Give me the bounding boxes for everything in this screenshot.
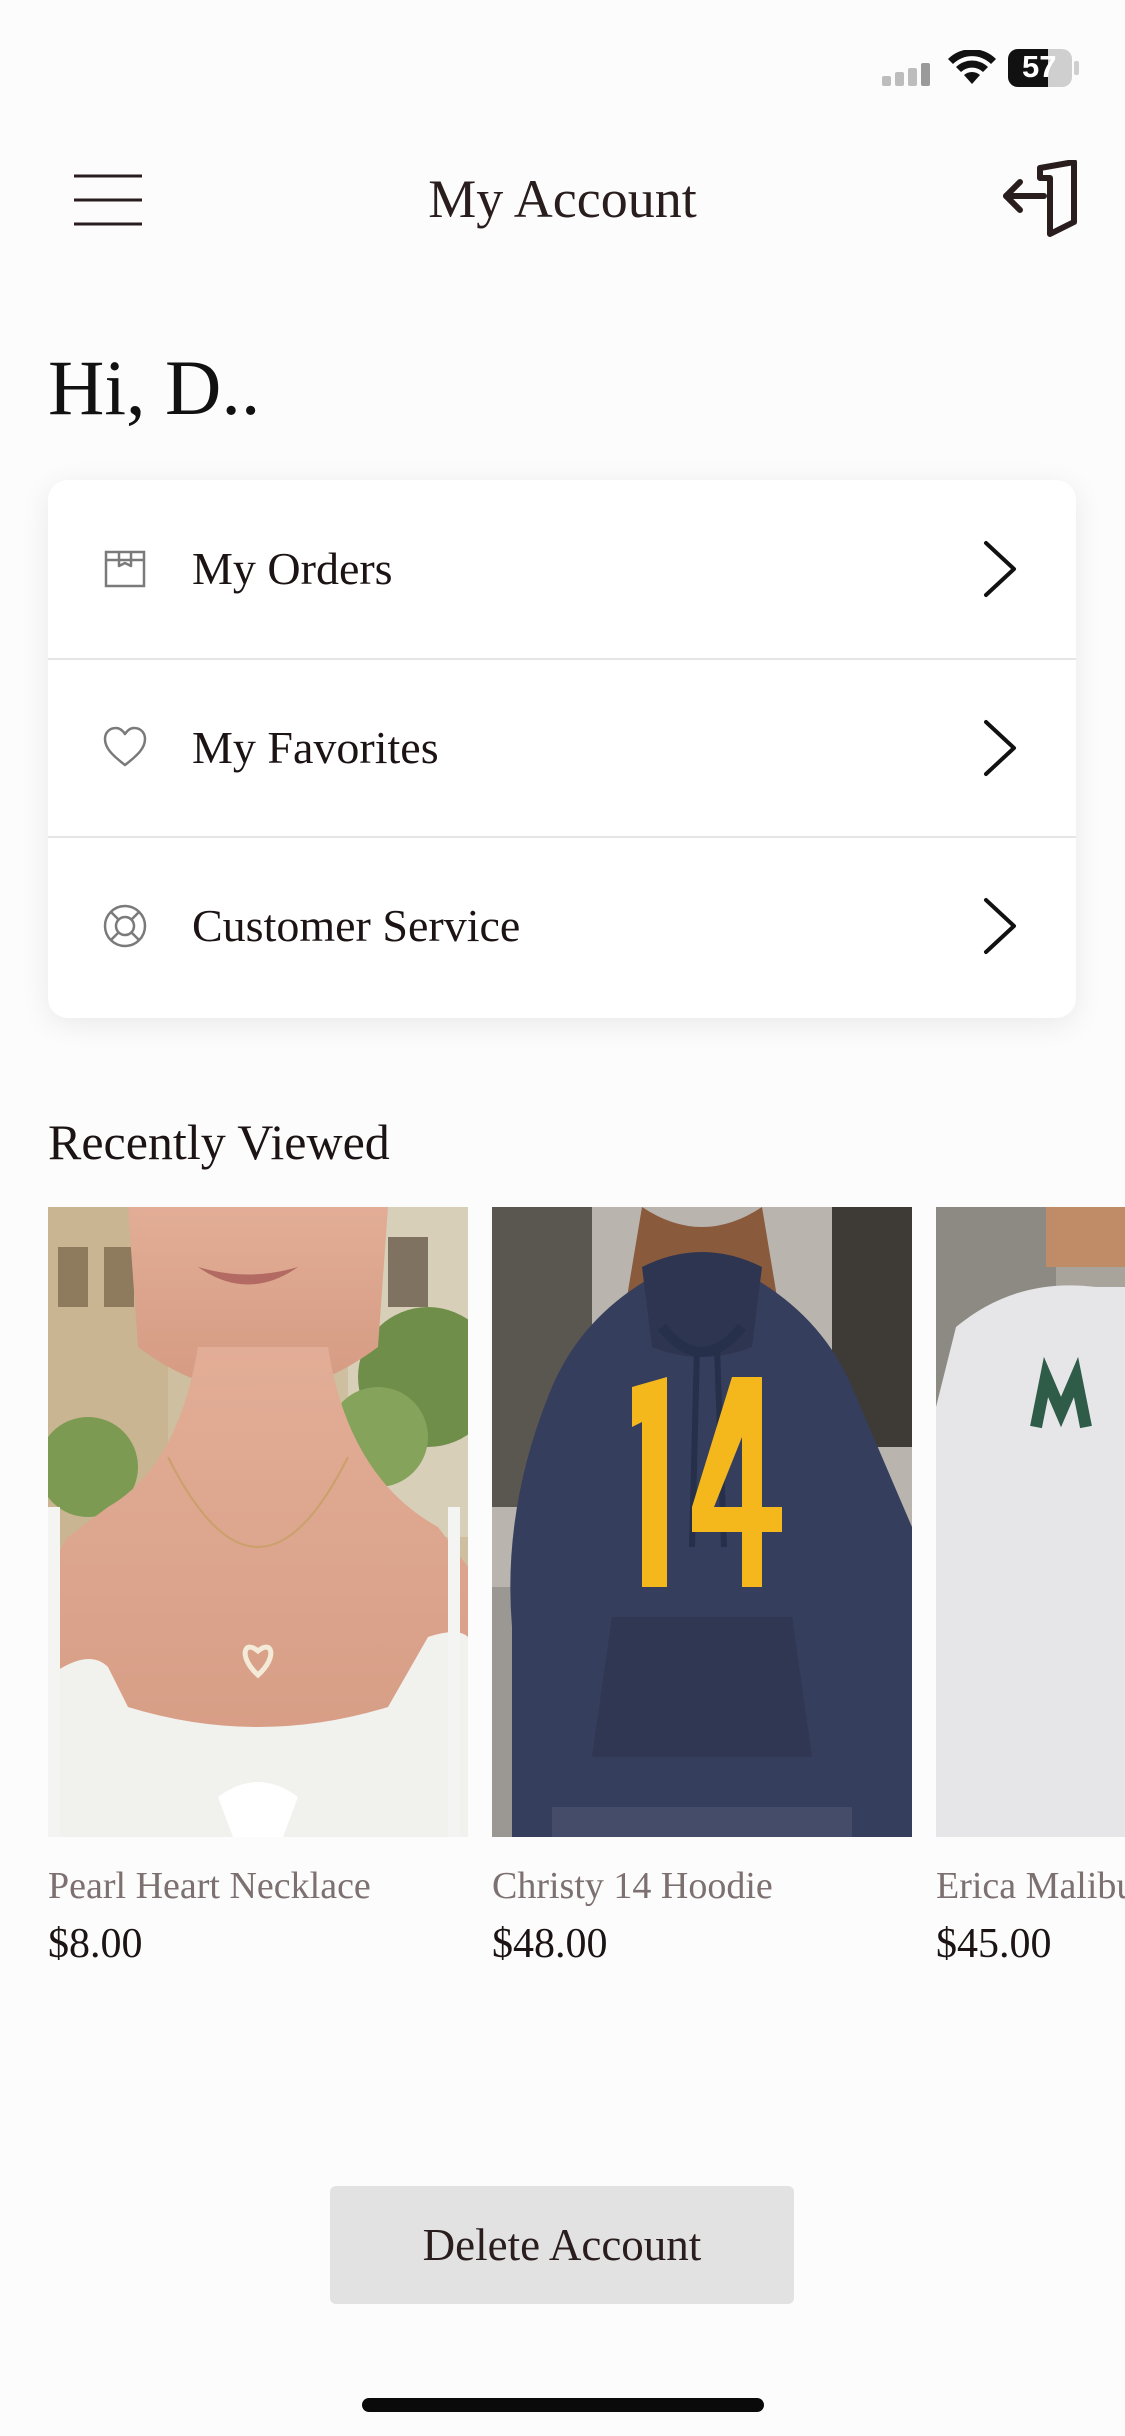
- menu-item-my-favorites[interactable]: My Favorites: [48, 658, 1076, 836]
- home-indicator: [362, 2398, 764, 2412]
- necklace-photo: [48, 1207, 468, 1837]
- greeting: Hi, D..: [48, 344, 261, 431]
- menu-item-my-orders[interactable]: My Orders: [48, 480, 1076, 658]
- recently-viewed-title: Recently Viewed: [48, 1114, 390, 1170]
- account-menu: My Orders My Favorites Customer Service: [48, 480, 1076, 1018]
- product-image[interactable]: [492, 1207, 912, 1837]
- product-name: Christy 14 Hoodie: [492, 1865, 773, 1907]
- product-name: Erica Malibu: [936, 1865, 1125, 1907]
- menu-item-label: My Orders: [192, 543, 393, 594]
- menu-item-label: My Favorites: [192, 722, 439, 773]
- product-card[interactable]: Erica Malibu $45.00: [936, 1207, 1125, 1971]
- chevron-right-icon: [984, 720, 1016, 776]
- product-image[interactable]: [48, 1207, 468, 1837]
- chevron-right-icon: [984, 898, 1016, 954]
- product-card[interactable]: Pearl Heart Necklace $8.00: [48, 1207, 468, 1971]
- delete-account-button[interactable]: Delete Account: [330, 2186, 794, 2304]
- heart-icon: [103, 726, 147, 767]
- logout-icon[interactable]: [1000, 160, 1080, 240]
- product-price: $8.00: [48, 1921, 143, 1967]
- box-icon: [104, 550, 146, 588]
- page-title: My Account: [428, 169, 697, 229]
- status-bar: 57: [0, 0, 1125, 140]
- battery-level: 57: [1022, 49, 1057, 84]
- lifebuoy-icon: [103, 904, 147, 948]
- my-account-screen: 57 My Account Hi, D.. My Orders My Favor…: [0, 0, 1125, 2436]
- menu-item-label: Customer Service: [192, 900, 521, 951]
- product-price: $45.00: [936, 1921, 1052, 1967]
- sweatshirt-photo: [936, 1207, 1125, 1837]
- hoodie-photo: [492, 1207, 912, 1837]
- signal-bars-icon: [882, 63, 930, 86]
- product-image[interactable]: [936, 1207, 1125, 1837]
- header: My Account: [0, 140, 1125, 260]
- wifi-icon: [948, 50, 996, 84]
- product-card[interactable]: Christy 14 Hoodie $48.00: [492, 1207, 912, 1971]
- product-name: Pearl Heart Necklace: [48, 1865, 371, 1907]
- recently-viewed-carousel[interactable]: Pearl Heart Necklace $8.00 Christy 14 Ho…: [48, 1207, 1125, 1997]
- chevron-right-icon: [984, 541, 1016, 597]
- menu-item-customer-service[interactable]: Customer Service: [48, 836, 1076, 1014]
- product-price: $48.00: [492, 1921, 608, 1967]
